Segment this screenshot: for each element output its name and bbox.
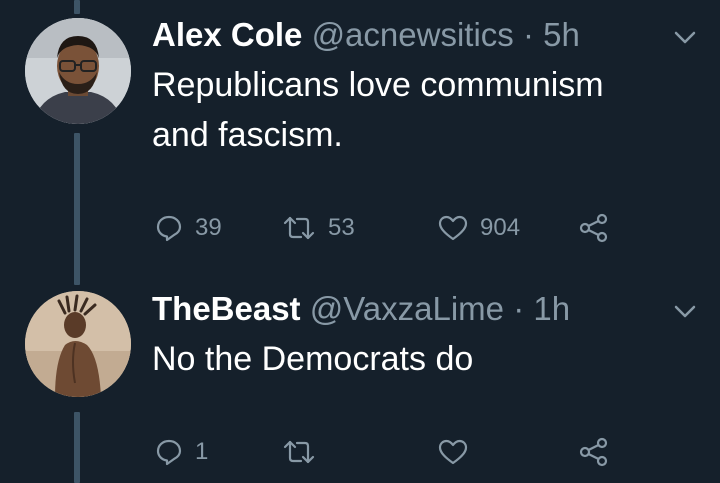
timestamp[interactable]: 5h: [543, 16, 580, 53]
separator: ·: [513, 16, 544, 53]
avatar[interactable]: [25, 291, 131, 397]
reply-icon: [156, 439, 182, 466]
reply-count: 39: [195, 214, 222, 241]
tweet-actions: 1: [0, 432, 720, 472]
share-button[interactable]: [578, 208, 610, 248]
separator: ·: [504, 290, 534, 327]
tweet-menu-button[interactable]: [670, 302, 700, 322]
handle[interactable]: @VaxzaLime: [310, 290, 504, 327]
reply-button[interactable]: 1: [155, 432, 208, 472]
tweet-text-line: Republicans love communism: [152, 66, 604, 104]
chevron-down-icon: [674, 31, 696, 44]
tweet-actions: 39 53 904: [0, 208, 720, 248]
share-button[interactable]: [578, 432, 610, 472]
tweet-text: Republicans love communism and fascism.: [152, 60, 692, 160]
tweet-text-line: and fascism.: [152, 116, 343, 154]
avatar-photo: [25, 18, 131, 124]
share-icon: [579, 437, 608, 467]
reply-button[interactable]: 39: [155, 208, 222, 248]
share-icon: [579, 213, 608, 243]
tweet-header: TheBeast @VaxzaLime · 1h: [152, 290, 570, 328]
retweet-icon: [283, 216, 315, 240]
display-name[interactable]: TheBeast: [152, 290, 301, 327]
reply-icon: [156, 215, 182, 242]
thread-line-top: [74, 0, 80, 14]
heart-icon: [438, 439, 468, 465]
retweet-button[interactable]: [282, 432, 328, 472]
like-button[interactable]: [438, 432, 480, 472]
retweet-icon: [283, 440, 315, 464]
handle[interactable]: @acnewsitics: [312, 16, 514, 53]
retweet-button[interactable]: 53: [282, 208, 355, 248]
tweet-text-line: No the Democrats do: [152, 340, 474, 378]
timestamp[interactable]: 1h: [533, 290, 570, 327]
like-button[interactable]: 904: [438, 208, 520, 248]
reply-count: 1: [195, 438, 209, 465]
tweet-header: Alex Cole @acnewsitics · 5h: [152, 16, 580, 54]
avatar[interactable]: [25, 18, 131, 124]
like-count: 904: [480, 214, 521, 241]
heart-icon: [438, 215, 468, 241]
tweet-text: No the Democrats do: [152, 334, 692, 384]
retweet-count: 53: [328, 214, 355, 241]
chevron-down-icon: [674, 305, 696, 318]
tweet-menu-button[interactable]: [670, 28, 700, 48]
display-name[interactable]: Alex Cole: [152, 16, 302, 53]
avatar-photo: [25, 291, 131, 397]
